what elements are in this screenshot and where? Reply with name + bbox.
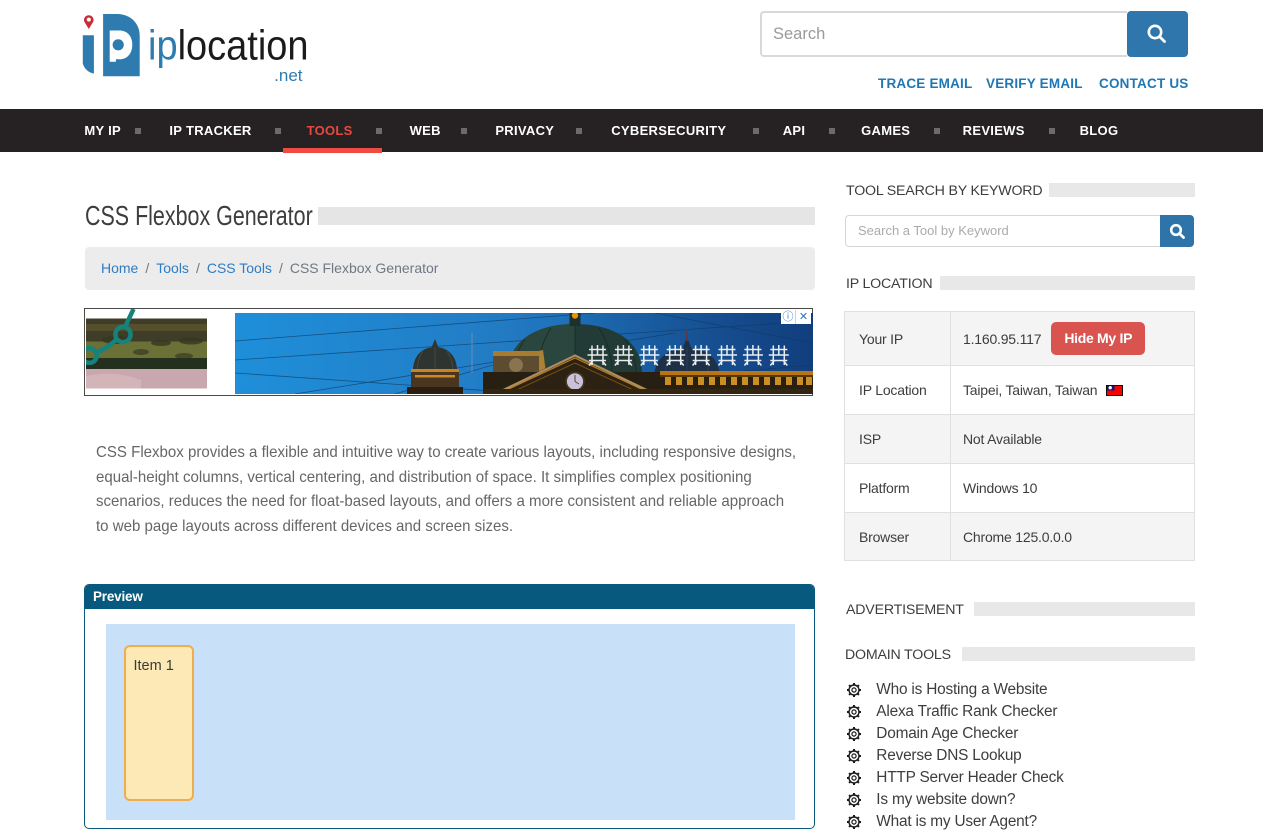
svg-text:.net: .net (274, 66, 303, 82)
svg-text:iplocation: iplocation (148, 23, 308, 69)
